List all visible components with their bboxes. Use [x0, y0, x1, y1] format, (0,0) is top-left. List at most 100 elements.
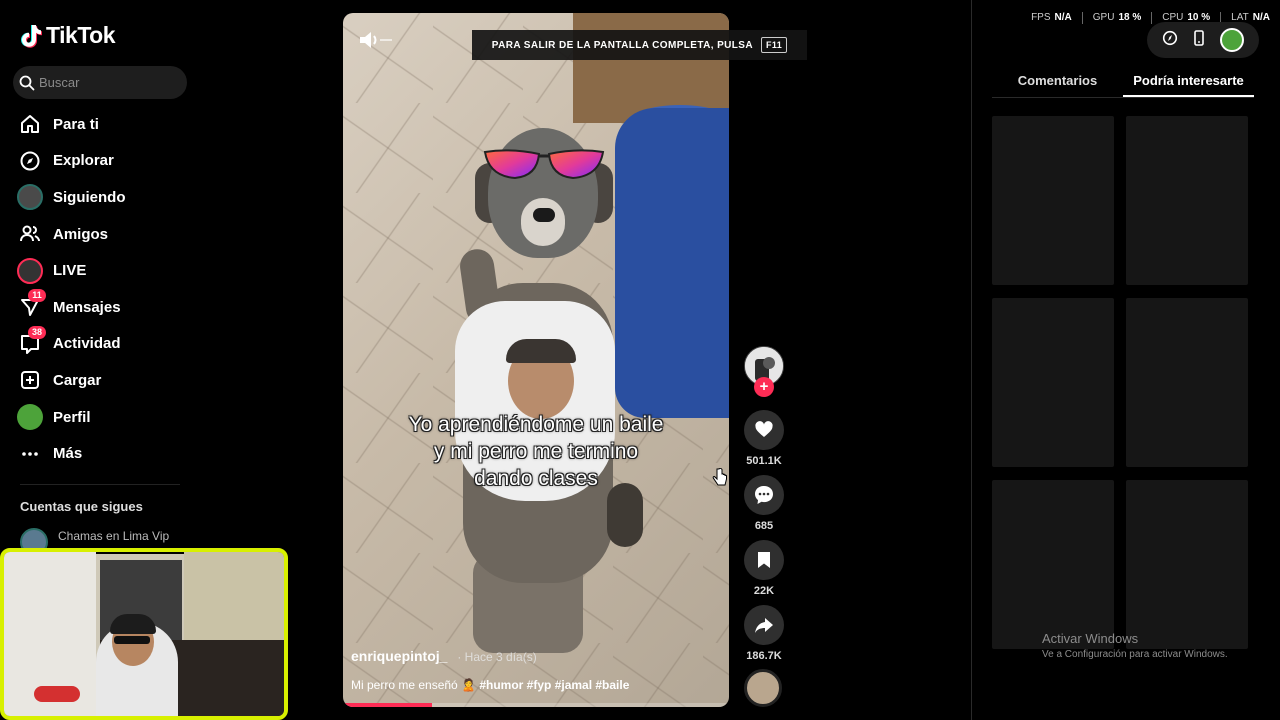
comment-icon: [755, 486, 773, 504]
sidebar-item-label: Para ti: [53, 115, 99, 133]
compass-icon: [16, 147, 44, 175]
sidebar-item-mas[interactable]: Más: [16, 435, 196, 472]
logo-text: TikTok: [46, 22, 116, 48]
sidebar-item-para-ti[interactable]: Para ti: [16, 106, 196, 143]
stat-label: GPU: [1092, 12, 1115, 23]
following-account-name: Chamas en Lima Vip: [58, 529, 170, 543]
comment-count: 685: [754, 520, 774, 532]
tiktok-page: TikTok Para ti Explorar: [0, 0, 1280, 720]
recommended-video-thumbnail[interactable]: [992, 116, 1114, 285]
dog-nose: [533, 208, 555, 222]
description-text: Mi perro me enseñó 🙎: [351, 678, 476, 692]
recommended-video-thumbnail[interactable]: [992, 480, 1114, 649]
video-caption-overlay: Yo aprendiéndome un baile y mi perro me …: [408, 413, 664, 490]
author-username[interactable]: enriquepintoj_: [351, 648, 447, 664]
like-button[interactable]: [744, 410, 784, 450]
volume-muted-icon[interactable]: [358, 29, 394, 56]
user-avatar[interactable]: [1220, 28, 1244, 52]
sidebar-item-cargar[interactable]: Cargar: [16, 362, 196, 399]
sidebar-item-label: Amigos: [53, 225, 109, 243]
activity-icon: 38: [16, 325, 46, 358]
sidebar-item-label: Más: [53, 445, 83, 463]
friends-icon: [16, 220, 44, 248]
music-disc-icon[interactable]: [744, 669, 782, 707]
home-icon: [16, 110, 44, 138]
video-description: Mi perro me enseñó 🙎 #humor #fyp #jamal …: [351, 678, 629, 692]
stat-label: FPS: [1031, 12, 1051, 23]
sidebar-item-mensajes[interactable]: 11 Mensajes: [16, 289, 196, 326]
sidebar-item-label: Actividad: [53, 335, 121, 353]
sidebar-item-label: LIVE: [53, 262, 87, 280]
recommended-grid: [992, 116, 1250, 649]
following-section-title: Cuentas que sigues: [20, 499, 143, 514]
video-barrel: [615, 108, 729, 418]
mobile-app-icon[interactable]: [1192, 29, 1206, 51]
video-progress-fill: [343, 703, 432, 707]
sidebar-item-perfil[interactable]: Perfil: [16, 399, 196, 436]
coins-icon[interactable]: [1162, 30, 1178, 51]
sidebar-item-actividad[interactable]: 38 Actividad: [16, 325, 196, 363]
post-date: · Hace 3 día(s): [457, 650, 537, 664]
stat-value: 18 %: [1118, 12, 1142, 23]
webcam-hair: [110, 614, 156, 634]
video-player[interactable]: Yo aprendiéndome un baile y mi perro me …: [343, 13, 729, 707]
hashtags[interactable]: #humor #fyp #jamal #baile: [479, 678, 629, 692]
sidebar-nav: Para ti Explorar Siguiendo Amigos LIVE 1…: [16, 106, 196, 472]
fullscreen-key: F11: [761, 37, 788, 53]
sidebar-item-label: Cargar: [53, 371, 102, 389]
search-bar[interactable]: [13, 66, 187, 99]
share-button[interactable]: [744, 605, 784, 645]
search-input[interactable]: [39, 75, 179, 90]
sidebar-item-label: Explorar: [53, 152, 114, 170]
tab-podria-interesarte[interactable]: Podría interesarte: [1123, 70, 1254, 97]
sidebar-item-label: Siguiendo: [53, 188, 126, 206]
stat-gpu: GPU 18 %: [1093, 12, 1141, 24]
search-icon: [19, 75, 35, 90]
tab-comentarios[interactable]: Comentarios: [992, 70, 1123, 97]
tiktok-logo[interactable]: TikTok: [20, 22, 116, 49]
sidebar-item-live[interactable]: LIVE: [16, 252, 196, 289]
webcam-overlay: [0, 548, 288, 720]
comment-button[interactable]: [744, 475, 784, 515]
activity-badge: 38: [28, 325, 46, 339]
hand-cursor-icon: [712, 468, 727, 486]
tiktok-logo-icon: [21, 24, 42, 48]
tshirt-face-hair: [506, 339, 576, 363]
sidebar-item-explorar[interactable]: Explorar: [16, 143, 196, 180]
right-panel: FPS N/A GPU 18 % CPU 10 % LAT N/A Comentario…: [971, 0, 1280, 720]
save-button[interactable]: [744, 540, 784, 580]
heart-icon: [755, 421, 773, 437]
fullscreen-notice: PARA SALIR DE LA PANTALLA COMPLETA, PULS…: [472, 30, 807, 60]
messages-badge: 11: [28, 289, 46, 303]
more-icon: [16, 440, 44, 468]
dog-muzzle: [521, 198, 565, 246]
stat-fps: FPS N/A: [1031, 12, 1072, 24]
sidebar-item-label: Mensajes: [53, 298, 121, 316]
watermark-subtitle: Ve a Configuración para activar Windows.: [1042, 649, 1228, 660]
sunglasses: [483, 149, 605, 180]
messages-icon: 11: [16, 289, 46, 321]
stat-value: N/A: [1054, 12, 1072, 23]
stat-separator: [1151, 12, 1153, 24]
live-avatar-icon: [16, 257, 44, 285]
windows-activation-watermark: Activar Windows Ve a Configuración para …: [1042, 631, 1228, 660]
video-author[interactable]: enriquepintoj_ · Hace 3 día(s): [351, 648, 537, 664]
recommended-video-thumbnail[interactable]: [1126, 116, 1248, 285]
recommended-video-thumbnail[interactable]: [992, 298, 1114, 467]
sidebar-item-amigos[interactable]: Amigos: [16, 216, 196, 253]
profile-avatar-icon: [16, 403, 44, 431]
fullscreen-notice-text: PARA SALIR DE LA PANTALLA COMPLETA, PULS…: [491, 39, 753, 51]
recommended-video-thumbnail[interactable]: [1126, 480, 1248, 649]
follow-button[interactable]: +: [754, 377, 774, 397]
share-icon: [755, 618, 773, 633]
video-progress-bar[interactable]: [343, 703, 729, 707]
sidebar-item-siguiendo[interactable]: Siguiendo: [16, 179, 196, 216]
webcam-glasses: [114, 636, 150, 644]
dog-paw: [607, 483, 643, 547]
bookmark-icon: [758, 552, 770, 568]
upload-icon: [16, 366, 44, 394]
sidebar-item-label: Perfil: [53, 408, 91, 426]
recommended-video-thumbnail[interactable]: [1126, 298, 1248, 467]
like-count: 501.1K: [746, 455, 782, 467]
save-count: 22K: [753, 585, 775, 597]
